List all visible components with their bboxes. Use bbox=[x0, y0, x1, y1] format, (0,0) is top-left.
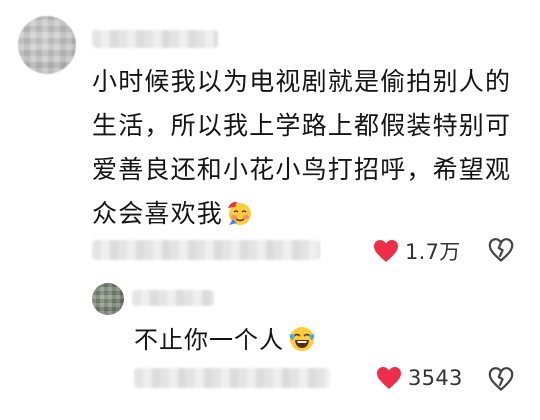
username-blurred[interactable] bbox=[92, 30, 218, 48]
broken-heart-outline-icon[interactable] bbox=[488, 366, 514, 392]
comment-meta-blurred bbox=[92, 240, 320, 260]
reply-meta-blurred bbox=[134, 368, 330, 388]
heart-icon bbox=[377, 367, 401, 389]
comment-text: 小时候我以为电视剧就是偷拍别人的生活，所以我上学路上都假装特别可爱善良还和小花小… bbox=[92, 60, 512, 236]
like-button[interactable]: 1.7万 bbox=[373, 236, 461, 266]
heart-icon bbox=[374, 240, 398, 262]
shy-face-emoji-icon bbox=[228, 201, 252, 225]
comment-thread: 小时候我以为电视剧就是偷拍别人的生活，所以我上学路上都假装特别可爱善良还和小花小… bbox=[0, 0, 540, 420]
broken-heart-outline-icon[interactable] bbox=[488, 237, 514, 263]
reply-text: 不止你一个人 bbox=[134, 323, 317, 357]
laughing-crying-emoji-icon bbox=[289, 327, 315, 351]
avatar[interactable] bbox=[18, 16, 76, 74]
reply-username-blurred[interactable] bbox=[132, 290, 214, 306]
reply-like-button[interactable]: 3543 bbox=[376, 366, 463, 390]
reply-avatar[interactable] bbox=[92, 283, 124, 315]
reply-body: 不止你一个人 bbox=[134, 326, 284, 354]
reply-like-count: 3543 bbox=[408, 366, 463, 390]
like-count: 1.7万 bbox=[405, 240, 461, 264]
comment-body: 小时候我以为电视剧就是偷拍别人的生活，所以我上学路上都假装特别可爱善良还和小花小… bbox=[92, 67, 512, 228]
